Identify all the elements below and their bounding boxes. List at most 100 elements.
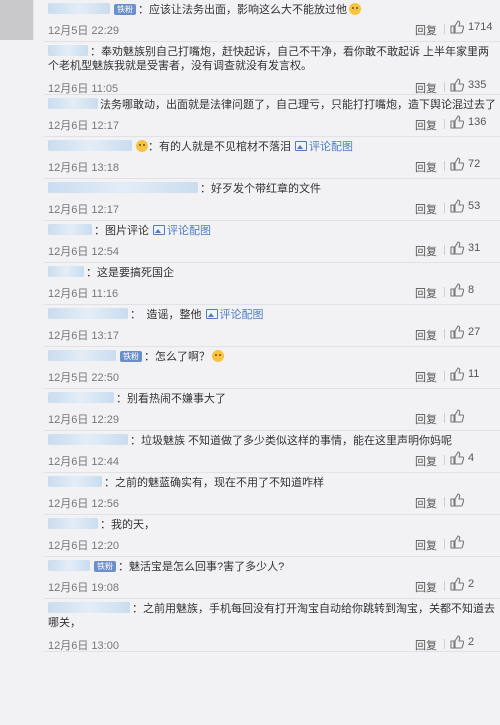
comment-time: 12月6日 12:17 (48, 120, 119, 132)
comment-item: ：图片评论 评论配图 12月6日 12:54 回复 31 (44, 221, 500, 263)
comment-content: ：好歹发个带红章的文件 (48, 182, 496, 196)
comment-time: 12月6日 12:17 (48, 204, 119, 216)
reply-button[interactable]: 回复 (415, 159, 437, 175)
comment-content: ：垃圾魅族 不知道做了多少类似这样的事情，能在这里声明你妈呢 (48, 434, 496, 448)
username-blurred[interactable] (48, 434, 128, 445)
username-blurred[interactable] (48, 392, 114, 403)
like-count: 72 (468, 158, 481, 170)
reply-button[interactable]: 回复 (415, 537, 437, 553)
reply-button[interactable]: 回复 (415, 453, 437, 469)
comment-time: 12月6日 12:56 (48, 498, 119, 510)
comment-content: 铁粉 ：怎么了啊？ (48, 350, 496, 364)
like-count: 136 (468, 116, 487, 128)
like-button[interactable] (450, 535, 468, 549)
fan-badge: 铁粉 (120, 351, 142, 362)
reply-button[interactable]: 回复 (415, 411, 437, 427)
like-button[interactable]: 2 (450, 577, 474, 591)
like-button[interactable]: 136 (450, 115, 486, 129)
thumbs-up-icon (450, 115, 468, 129)
divider (444, 497, 445, 507)
like-button[interactable] (450, 493, 468, 507)
thumbs-up-icon (450, 325, 468, 339)
like-button[interactable]: 2 (450, 635, 474, 649)
image-comment-link[interactable]: 评论配图 (205, 309, 264, 321)
like-button[interactable]: 1714 (450, 20, 492, 34)
like-button[interactable]: 335 (450, 78, 486, 92)
reply-button[interactable]: 回复 (415, 637, 437, 653)
image-icon (295, 141, 307, 151)
thumbs-up-icon (450, 241, 468, 255)
thumbs-up-icon (450, 78, 468, 92)
reply-button[interactable]: 回复 (415, 243, 437, 259)
reply-button[interactable]: 回复 (415, 117, 437, 133)
reply-button[interactable]: 回复 (415, 201, 437, 217)
reply-button[interactable]: 回复 (415, 579, 437, 595)
username-blurred[interactable] (48, 350, 116, 361)
like-button[interactable]: 27 (450, 325, 480, 339)
reply-button[interactable]: 回复 (415, 80, 437, 96)
reply-button[interactable]: 回复 (415, 369, 437, 385)
image-comment-label: 评论配图 (219, 309, 264, 321)
username-blurred[interactable] (48, 560, 90, 571)
like-button[interactable]: 4 (450, 451, 474, 465)
comment-text: 法务哪敢动，出面就是法律问题了，自己理亏，只能打打嘴炮，造下舆论混过去了 (100, 99, 496, 111)
like-button[interactable]: 31 (450, 241, 480, 255)
comment-content: ：奉劝魅族别自己打嘴炮，赶快起诉，自己不干净，看你敢不敢起诉 上半年家里两个老机… (48, 45, 496, 73)
avatar[interactable] (0, 0, 34, 40)
username-blurred[interactable] (48, 182, 198, 193)
comment-item: ：我的天， 12月6日 12:20 回复 (44, 515, 500, 557)
like-button[interactable]: 72 (450, 157, 480, 171)
divider (444, 371, 445, 381)
username-blurred[interactable] (48, 3, 110, 14)
like-count: 335 (468, 79, 487, 91)
comment-time: 12月6日 13:17 (48, 330, 119, 342)
username-blurred[interactable] (48, 476, 102, 487)
reply-button[interactable]: 回复 (415, 22, 437, 38)
reply-button[interactable]: 回复 (415, 327, 437, 343)
reply-button[interactable]: 回复 (415, 495, 437, 511)
like-count: 11 (468, 368, 480, 380)
comment-text: ：这是要搞死国企 (86, 267, 174, 279)
username-blurred[interactable] (48, 308, 128, 319)
comment-item: ：这是要搞死国企 12月6日 11:16 回复 8 (44, 263, 500, 305)
username-blurred[interactable] (48, 98, 98, 109)
username-blurred[interactable] (48, 518, 98, 529)
divider (444, 455, 445, 465)
image-comment-link[interactable]: 评论配图 (153, 225, 211, 237)
comment-text: ：怎么了啊？ (144, 351, 210, 363)
username-blurred[interactable] (48, 224, 92, 235)
thumbs-up-icon (450, 20, 468, 34)
divider (444, 203, 445, 213)
comment-text: ：应该让法务出面，影响这么大不能放过他 (138, 4, 347, 16)
image-icon (153, 225, 165, 235)
divider (444, 161, 445, 171)
comment-item: ：有的人就是不见棺材不落泪 评论配图 12月6日 13:18 回复 72 (44, 137, 500, 179)
like-count: 1714 (468, 21, 493, 33)
like-button[interactable]: 53 (450, 199, 480, 213)
username-blurred[interactable] (48, 602, 130, 613)
comment-item: ：垃圾魅族 不知道做了多少类似这样的事情，能在这里声明你妈呢 12月6日 12:4… (44, 431, 500, 473)
comment-content: ：我的天， (48, 518, 496, 532)
username-blurred[interactable] (48, 45, 88, 56)
like-button[interactable]: 11 (450, 367, 479, 381)
thumbs-up-icon (450, 577, 468, 591)
comment-item: 铁粉 ：魅活宝是怎么回事?害了多少人? 12月6日 19:08 回复 2 (44, 557, 500, 599)
comment-time: 12月6日 12:20 (48, 540, 119, 552)
like-button[interactable]: 8 (450, 283, 474, 297)
comment-time: 12月6日 12:44 (48, 456, 119, 468)
comment-text: ：有的人就是不见棺材不落泪 (148, 141, 291, 153)
like-button[interactable] (450, 409, 468, 423)
comment-text: ：好歹发个带红章的文件 (200, 183, 321, 195)
divider (444, 639, 445, 649)
thumbs-up-icon (450, 451, 468, 465)
fan-badge: 铁粉 (94, 561, 116, 572)
username-blurred[interactable] (48, 140, 132, 151)
thumbs-up-icon (450, 367, 468, 381)
comment-time: 12月5日 22:29 (48, 25, 119, 37)
thumbs-up-icon (450, 199, 468, 213)
reply-button[interactable]: 回复 (415, 285, 437, 301)
username-blurred[interactable] (48, 266, 84, 277)
divider (444, 119, 445, 129)
image-comment-link[interactable]: 评论配图 (295, 141, 353, 153)
comment-content: ：有的人就是不见棺材不落泪 评论配图 (48, 140, 496, 154)
